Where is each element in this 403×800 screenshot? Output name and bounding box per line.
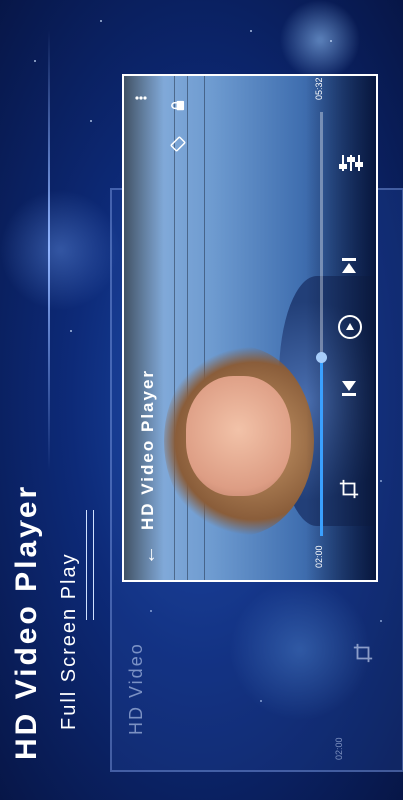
video-subject-face xyxy=(186,376,291,496)
more-vert-icon[interactable] xyxy=(134,88,148,108)
ghost-time: 02:00 xyxy=(334,737,344,760)
total-time: 05:32 xyxy=(314,77,324,100)
next-icon[interactable] xyxy=(335,252,363,280)
promo-subtitle: Full Screen Play xyxy=(58,552,80,730)
video-player[interactable]: ← HD Video Player 05:32 02:00 xyxy=(122,74,378,582)
promo-title: HD Video Player xyxy=(10,483,43,760)
play-icon[interactable] xyxy=(335,312,365,342)
crop-icon[interactable] xyxy=(334,474,364,504)
ghost-title: HD Video xyxy=(126,642,146,735)
equalizer-icon[interactable] xyxy=(336,148,366,178)
seek-bar-knob[interactable] xyxy=(316,351,327,363)
decorative-line xyxy=(48,30,50,470)
back-arrow-icon[interactable]: ← xyxy=(138,544,160,566)
ghost-crop-icon xyxy=(350,640,376,666)
seek-bar-progress xyxy=(320,357,323,536)
player-title: HD Video Player xyxy=(138,368,157,530)
ornament-divider xyxy=(86,510,94,620)
seek-bar[interactable] xyxy=(316,112,327,536)
lock-icon[interactable] xyxy=(168,96,186,114)
rotate-screen-icon[interactable] xyxy=(168,134,188,154)
previous-icon[interactable] xyxy=(335,374,363,402)
current-time: 02:00 xyxy=(314,545,324,568)
